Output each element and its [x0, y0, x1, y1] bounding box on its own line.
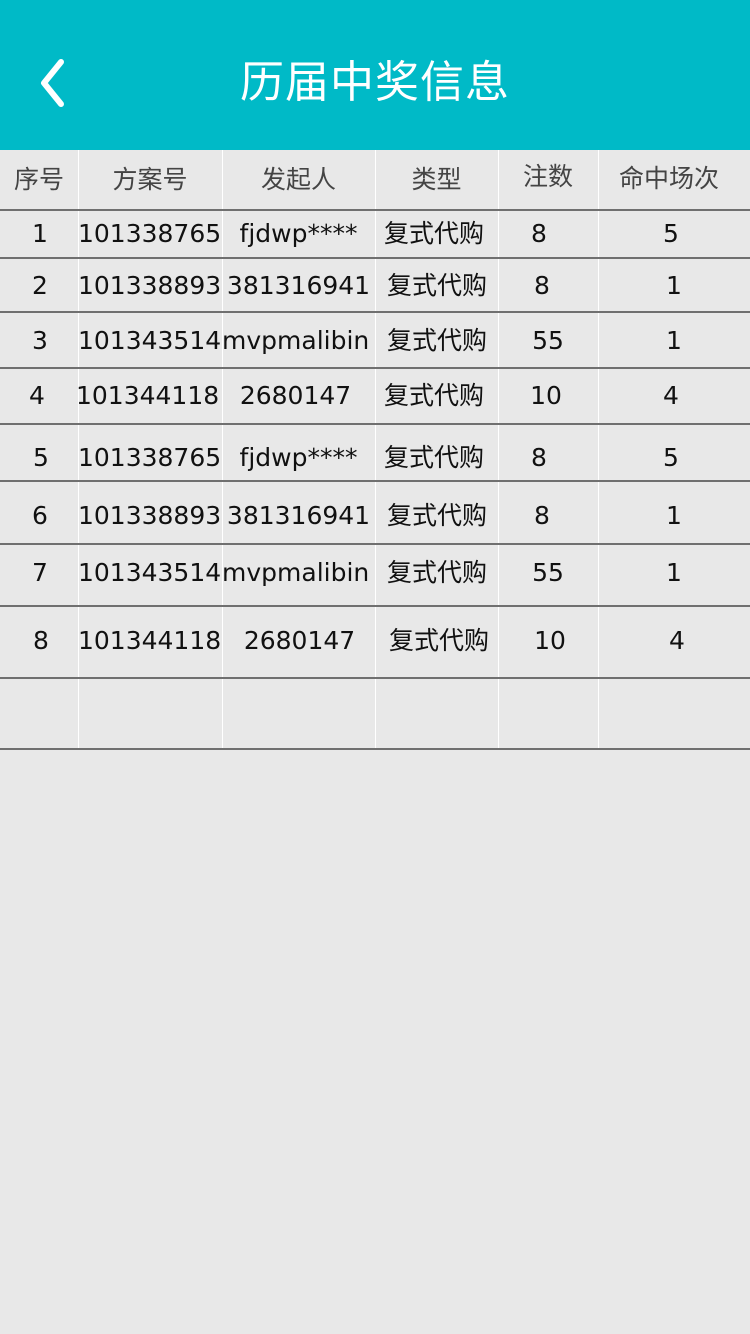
column-header-bets: 注数 — [522, 162, 573, 191]
cell-hit-count: 1 — [666, 558, 682, 587]
cell-type: 复式代购 — [383, 219, 484, 248]
cell-type: 复式代购 — [386, 271, 487, 300]
column-header-initiator: 发起人 — [260, 165, 336, 194]
cell-plan-number: 101338765 — [78, 219, 222, 248]
row-divider — [0, 748, 750, 750]
cell-index: 7 — [32, 558, 48, 587]
row-divider — [0, 423, 750, 425]
cell-hit-count: 5 — [663, 443, 679, 472]
cell-plan-number: 101343514 — [78, 558, 222, 587]
cell-index: 1 — [32, 219, 48, 248]
table-row[interactable]: 5 101338765 fjdwp**** 复式代购 8 5 — [0, 433, 750, 483]
cell-hit-count: 1 — [666, 501, 682, 530]
cell-initiator: mvpmalibin — [222, 558, 370, 587]
table-row[interactable]: 4 101344118 2680147 复式代购 10 4 — [0, 371, 750, 421]
empty-table-row — [0, 679, 750, 748]
page-title: 历届中奖信息 — [240, 57, 510, 108]
row-divider — [0, 543, 750, 545]
table-header-row: 序号 方案号 发起人 类型 注数 命中场次 — [0, 150, 750, 210]
cell-initiator: 2680147 — [243, 626, 356, 655]
cell-type: 复式代购 — [383, 381, 484, 410]
cell-type: 复式代购 — [386, 326, 487, 355]
cell-initiator: 381316941 — [226, 271, 371, 300]
cell-bets: 55 — [532, 558, 564, 587]
cell-index: 2 — [32, 271, 48, 300]
cell-hit-count: 4 — [669, 626, 685, 655]
table-row[interactable]: 8 101344118 2680147 复式代购 10 4 — [0, 616, 750, 666]
row-divider — [0, 367, 750, 369]
column-header-plan-number: 方案号 — [112, 165, 188, 194]
cell-type: 复式代购 — [386, 501, 487, 530]
cell-index: 8 — [33, 626, 49, 655]
cell-type: 复式代购 — [383, 443, 484, 472]
cell-plan-number: 101338893 — [78, 271, 222, 300]
cell-plan-number: 101343514 — [78, 326, 222, 355]
cell-bets: 8 — [534, 271, 550, 300]
app-screen: 历届中奖信息 序号 方案号 发起人 类型 注数 命中场次 1 101338765… — [0, 0, 750, 1334]
cell-hit-count: 4 — [663, 381, 679, 410]
cell-type: 复式代购 — [388, 626, 489, 655]
cell-initiator: fjdwp**** — [239, 443, 358, 472]
row-divider — [0, 605, 750, 607]
row-divider — [0, 311, 750, 313]
cell-index: 4 — [29, 381, 45, 410]
cell-index: 6 — [32, 501, 48, 530]
table-row[interactable]: 6 101338893 381316941 复式代购 8 1 — [0, 491, 750, 541]
cell-initiator: 381316941 — [226, 501, 371, 530]
table-row[interactable]: 1 101338765 fjdwp**** 复式代购 8 5 — [0, 209, 750, 257]
cell-hit-count: 5 — [663, 219, 679, 248]
cell-bets: 55 — [532, 326, 564, 355]
cell-bets: 10 — [530, 381, 562, 410]
cell-bets: 8 — [534, 501, 550, 530]
cell-plan-number: 101338765 — [78, 443, 222, 472]
winning-info-table: 序号 方案号 发起人 类型 注数 命中场次 1 101338765 fjdwp*… — [0, 150, 750, 750]
cell-bets: 8 — [531, 443, 547, 472]
cell-initiator: 2680147 — [239, 381, 352, 410]
cell-initiator: fjdwp**** — [239, 219, 358, 248]
cell-bets: 10 — [534, 626, 566, 655]
cell-hit-count: 1 — [666, 326, 682, 355]
cell-initiator: mvpmalibin — [222, 326, 370, 355]
column-header-hit-count: 命中场次 — [618, 164, 719, 193]
cell-bets: 8 — [531, 219, 547, 248]
cell-type: 复式代购 — [386, 558, 487, 587]
table-row[interactable]: 2 101338893 381316941 复式代购 8 1 — [0, 261, 750, 311]
cell-plan-number: 101344118 — [76, 381, 220, 410]
cell-index: 5 — [33, 443, 49, 472]
column-header-type: 类型 — [411, 165, 462, 194]
top-bar: 历届中奖信息 — [0, 0, 750, 150]
cell-plan-number: 101344118 — [78, 626, 222, 655]
cell-index: 3 — [32, 326, 48, 355]
column-header-index: 序号 — [13, 165, 64, 194]
cell-hit-count: 1 — [666, 271, 682, 300]
table-row[interactable]: 7 101343514 mvpmalibin 复式代购 55 1 — [0, 548, 750, 598]
table-row[interactable]: 3 101343514 mvpmalibin 复式代购 55 1 — [0, 316, 750, 366]
cell-plan-number: 101338893 — [78, 501, 222, 530]
